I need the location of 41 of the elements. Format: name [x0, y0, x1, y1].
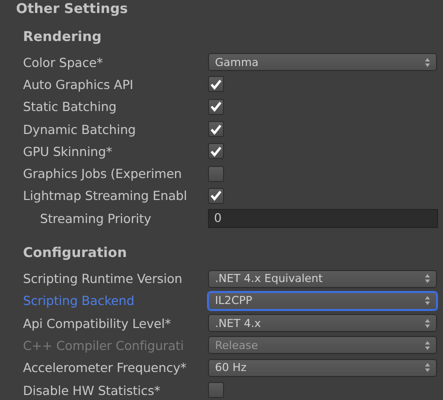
checkbox[interactable] — [208, 98, 224, 115]
field-label: Accelerometer Frequency* — [23, 360, 188, 376]
group-heading: Configuration — [23, 244, 128, 264]
checkmark-icon — [210, 146, 222, 157]
checkbox[interactable] — [208, 121, 224, 138]
field-label: Scripting Runtime Version — [23, 271, 184, 286]
dropdown-arrows-icon — [425, 274, 430, 284]
field-label: Color Space* — [23, 54, 104, 70]
dropdown-arrows-icon — [425, 318, 430, 328]
checkmark-icon — [210, 124, 222, 135]
field-label: Streaming Priority — [39, 210, 152, 226]
input-field[interactable]: 0 — [208, 208, 438, 228]
group-heading: Rendering — [23, 28, 103, 47]
field-label: Static Batching — [23, 99, 118, 114]
section-title: Other Settings — [16, 1, 129, 19]
field-label: Disable HW Statistics* — [23, 382, 162, 398]
dropdown-arrows-icon — [425, 296, 430, 306]
checkbox[interactable] — [208, 382, 224, 398]
dropdown[interactable]: .NET 4.x Equivalent — [208, 270, 437, 288]
checkbox[interactable] — [208, 188, 224, 204]
checkmark-icon — [210, 101, 222, 112]
field-label: Graphics Jobs (Experimen — [23, 166, 183, 182]
dropdown[interactable]: IL2CPP — [208, 292, 437, 310]
checkbox[interactable] — [208, 143, 224, 160]
field-label: Lightmap Streaming Enabl — [23, 188, 188, 204]
checkbox[interactable] — [208, 166, 224, 182]
dropdown-arrows-icon — [425, 340, 430, 350]
field-label: Auto Graphics API — [23, 76, 134, 92]
field-label: C++ Compiler Configurati — [23, 338, 185, 353]
dropdown-arrows-icon — [425, 363, 430, 372]
field-label: Api Compatibility Level* — [23, 316, 172, 331]
dropdown[interactable]: Gamma — [208, 53, 437, 72]
field-label: GPU Skinning* — [23, 144, 114, 159]
field-label: Dynamic Batching — [23, 122, 137, 137]
dropdown[interactable]: 60 Hz — [208, 358, 437, 377]
field-label: Scripting Backend — [23, 293, 136, 308]
checkbox[interactable] — [208, 76, 224, 92]
dropdown-arrows-icon — [425, 58, 430, 67]
dropdown[interactable]: .NET 4.x — [208, 314, 437, 332]
checkmark-icon — [210, 190, 222, 202]
checkmark-icon — [210, 78, 222, 90]
